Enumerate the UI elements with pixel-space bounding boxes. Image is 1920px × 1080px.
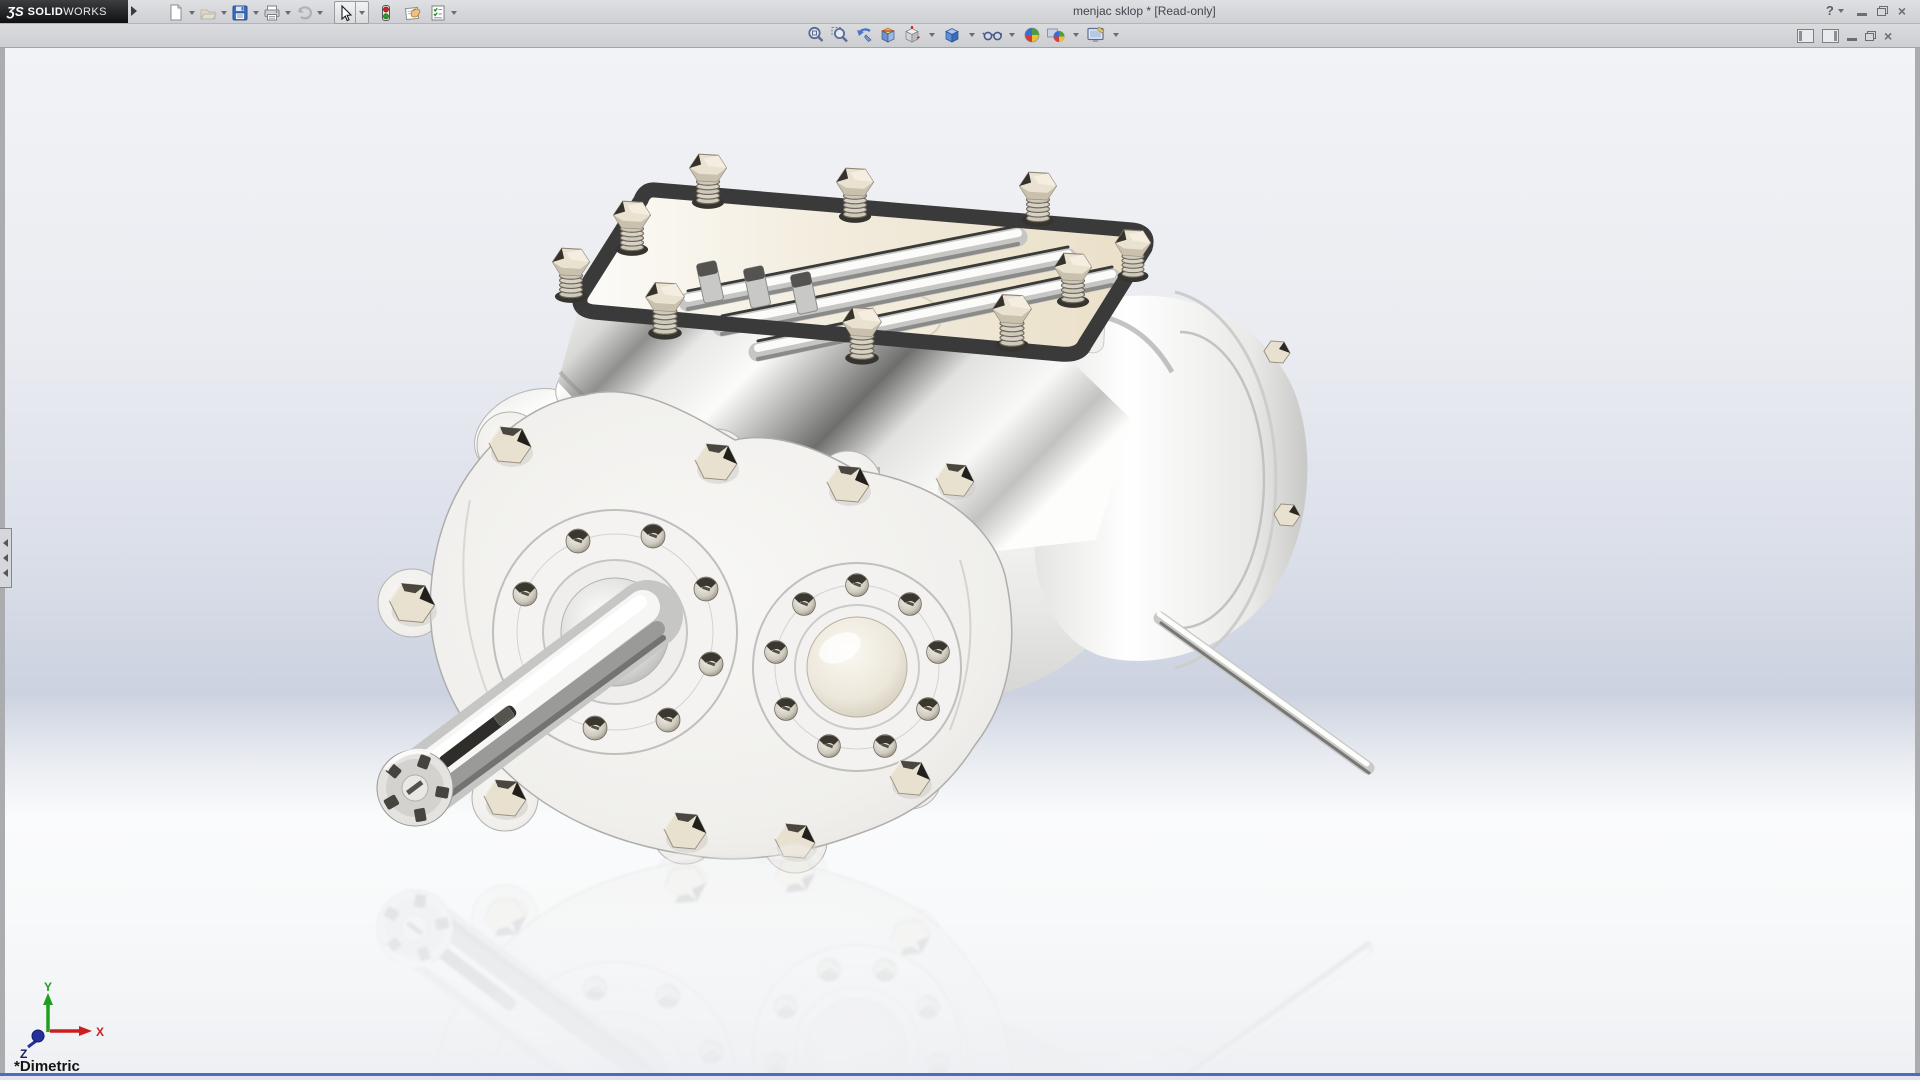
select-cursor-icon [336, 4, 354, 22]
output-bearing-flange [753, 563, 961, 771]
reflection-fade [5, 856, 1915, 1073]
hide-show-items-icon [982, 25, 1002, 45]
edit-annotation-icon [403, 4, 422, 22]
save-icon [231, 4, 249, 22]
zoom-to-fit-icon [806, 25, 826, 45]
restore-button[interactable] [1877, 6, 1888, 16]
section-view-icon [878, 25, 898, 45]
print-icon [263, 4, 281, 22]
title-bar: ƷS SOLIDWORKS [0, 0, 1920, 24]
close-button[interactable]: × [1898, 4, 1906, 18]
view-settings-dropdown[interactable] [1113, 33, 1119, 37]
doc-restore-button[interactable] [1865, 31, 1876, 41]
zoom-to-area-icon [830, 25, 850, 45]
help-dropdown[interactable] [1838, 9, 1844, 13]
minimize-button[interactable] [1857, 13, 1867, 16]
zoom-to-area-button[interactable] [830, 25, 850, 45]
design-checker-icon [429, 4, 447, 22]
display-style-button[interactable] [942, 25, 962, 45]
open-icon [199, 4, 217, 22]
solidworks-logo: ƷS SOLIDWORKS [0, 0, 128, 23]
standard-toolbar [166, 1, 460, 24]
triad-z-ball [32, 1030, 44, 1042]
view-settings-icon [1086, 25, 1106, 45]
brand-bold: SOLID [28, 6, 64, 18]
shaft-spline-end [377, 750, 453, 826]
expand-arrow-icon [3, 569, 8, 577]
view-settings-button[interactable] [1086, 25, 1106, 45]
hide-show-items-button[interactable] [982, 25, 1002, 45]
heads-up-toolbar [806, 25, 1122, 45]
undo-icon [295, 4, 313, 22]
gearbox-3d-view: Y X Z [5, 47, 1915, 1073]
document-title: menjac sklop * [Read-only] [1073, 4, 1216, 18]
heads-up-bar: × [0, 24, 1920, 48]
view-orientation-dropdown[interactable] [929, 33, 935, 37]
brand-mark: ƷS [7, 4, 24, 19]
document-window-controls: × [1797, 29, 1892, 43]
zoom-to-fit-button[interactable] [806, 25, 826, 45]
triad-y-label: Y [44, 980, 52, 994]
expand-arrow-icon [3, 554, 8, 562]
edit-annotation-button[interactable] [402, 3, 422, 23]
save-dropdown[interactable] [253, 11, 259, 15]
graphics-area[interactable]: Y X Z *Dimetric [5, 47, 1915, 1073]
select-tool-dropdown[interactable] [355, 2, 368, 23]
status-bar-edge [0, 1076, 1920, 1080]
select-tool-group [334, 1, 369, 24]
viewport-frame-right [1915, 47, 1920, 1080]
open-dropdown[interactable] [221, 11, 227, 15]
doc-close-button[interactable]: × [1884, 29, 1892, 43]
rebuild-stoplight-icon [377, 4, 395, 22]
select-tool-button[interactable] [335, 3, 355, 23]
brand-light: WORKS [63, 6, 107, 18]
print-button[interactable] [262, 3, 282, 23]
apply-scene-icon [1046, 25, 1066, 45]
display-style-dropdown[interactable] [969, 33, 975, 37]
feature-manager-collapsed-tab[interactable] [0, 528, 12, 588]
gearbox-model[interactable] [377, 154, 1369, 873]
display-style-icon [942, 25, 962, 45]
new-document-dropdown[interactable] [189, 11, 195, 15]
new-document-button[interactable] [166, 3, 186, 23]
previous-view-icon [854, 25, 874, 45]
previous-view-button[interactable] [854, 25, 874, 45]
view-orientation-label: *Dimetric [14, 1058, 80, 1073]
expand-arrow-icon [3, 539, 8, 547]
section-view-button[interactable] [878, 25, 898, 45]
triad-x-label: X [96, 1025, 104, 1039]
view-orientation-button[interactable] [902, 25, 922, 45]
undo-dropdown[interactable] [317, 11, 323, 15]
undo-button[interactable] [294, 3, 314, 23]
menu-expand-icon[interactable] [131, 6, 137, 16]
design-checker-dropdown[interactable] [451, 11, 457, 15]
print-dropdown[interactable] [285, 11, 291, 15]
apply-scene-button[interactable] [1046, 25, 1066, 45]
open-button[interactable] [198, 3, 218, 23]
hide-show-items-dropdown[interactable] [1009, 33, 1015, 37]
edit-appearance-icon [1022, 25, 1042, 45]
new-document-icon [167, 4, 185, 22]
design-checker-button[interactable] [428, 3, 448, 23]
edit-appearance-button[interactable] [1022, 25, 1042, 45]
collapse-left-pane-button[interactable] [1797, 29, 1814, 43]
doc-minimize-button[interactable] [1847, 38, 1857, 41]
collapse-right-pane-button[interactable] [1822, 29, 1839, 43]
apply-scene-dropdown[interactable] [1073, 33, 1079, 37]
output-shaft [1159, 614, 1369, 773]
save-button[interactable] [230, 3, 250, 23]
view-orientation-icon [902, 25, 922, 45]
help-button[interactable]: ? [1826, 3, 1834, 18]
app-window-controls: ? × [1826, 3, 1906, 18]
rebuild-button[interactable] [376, 3, 396, 23]
